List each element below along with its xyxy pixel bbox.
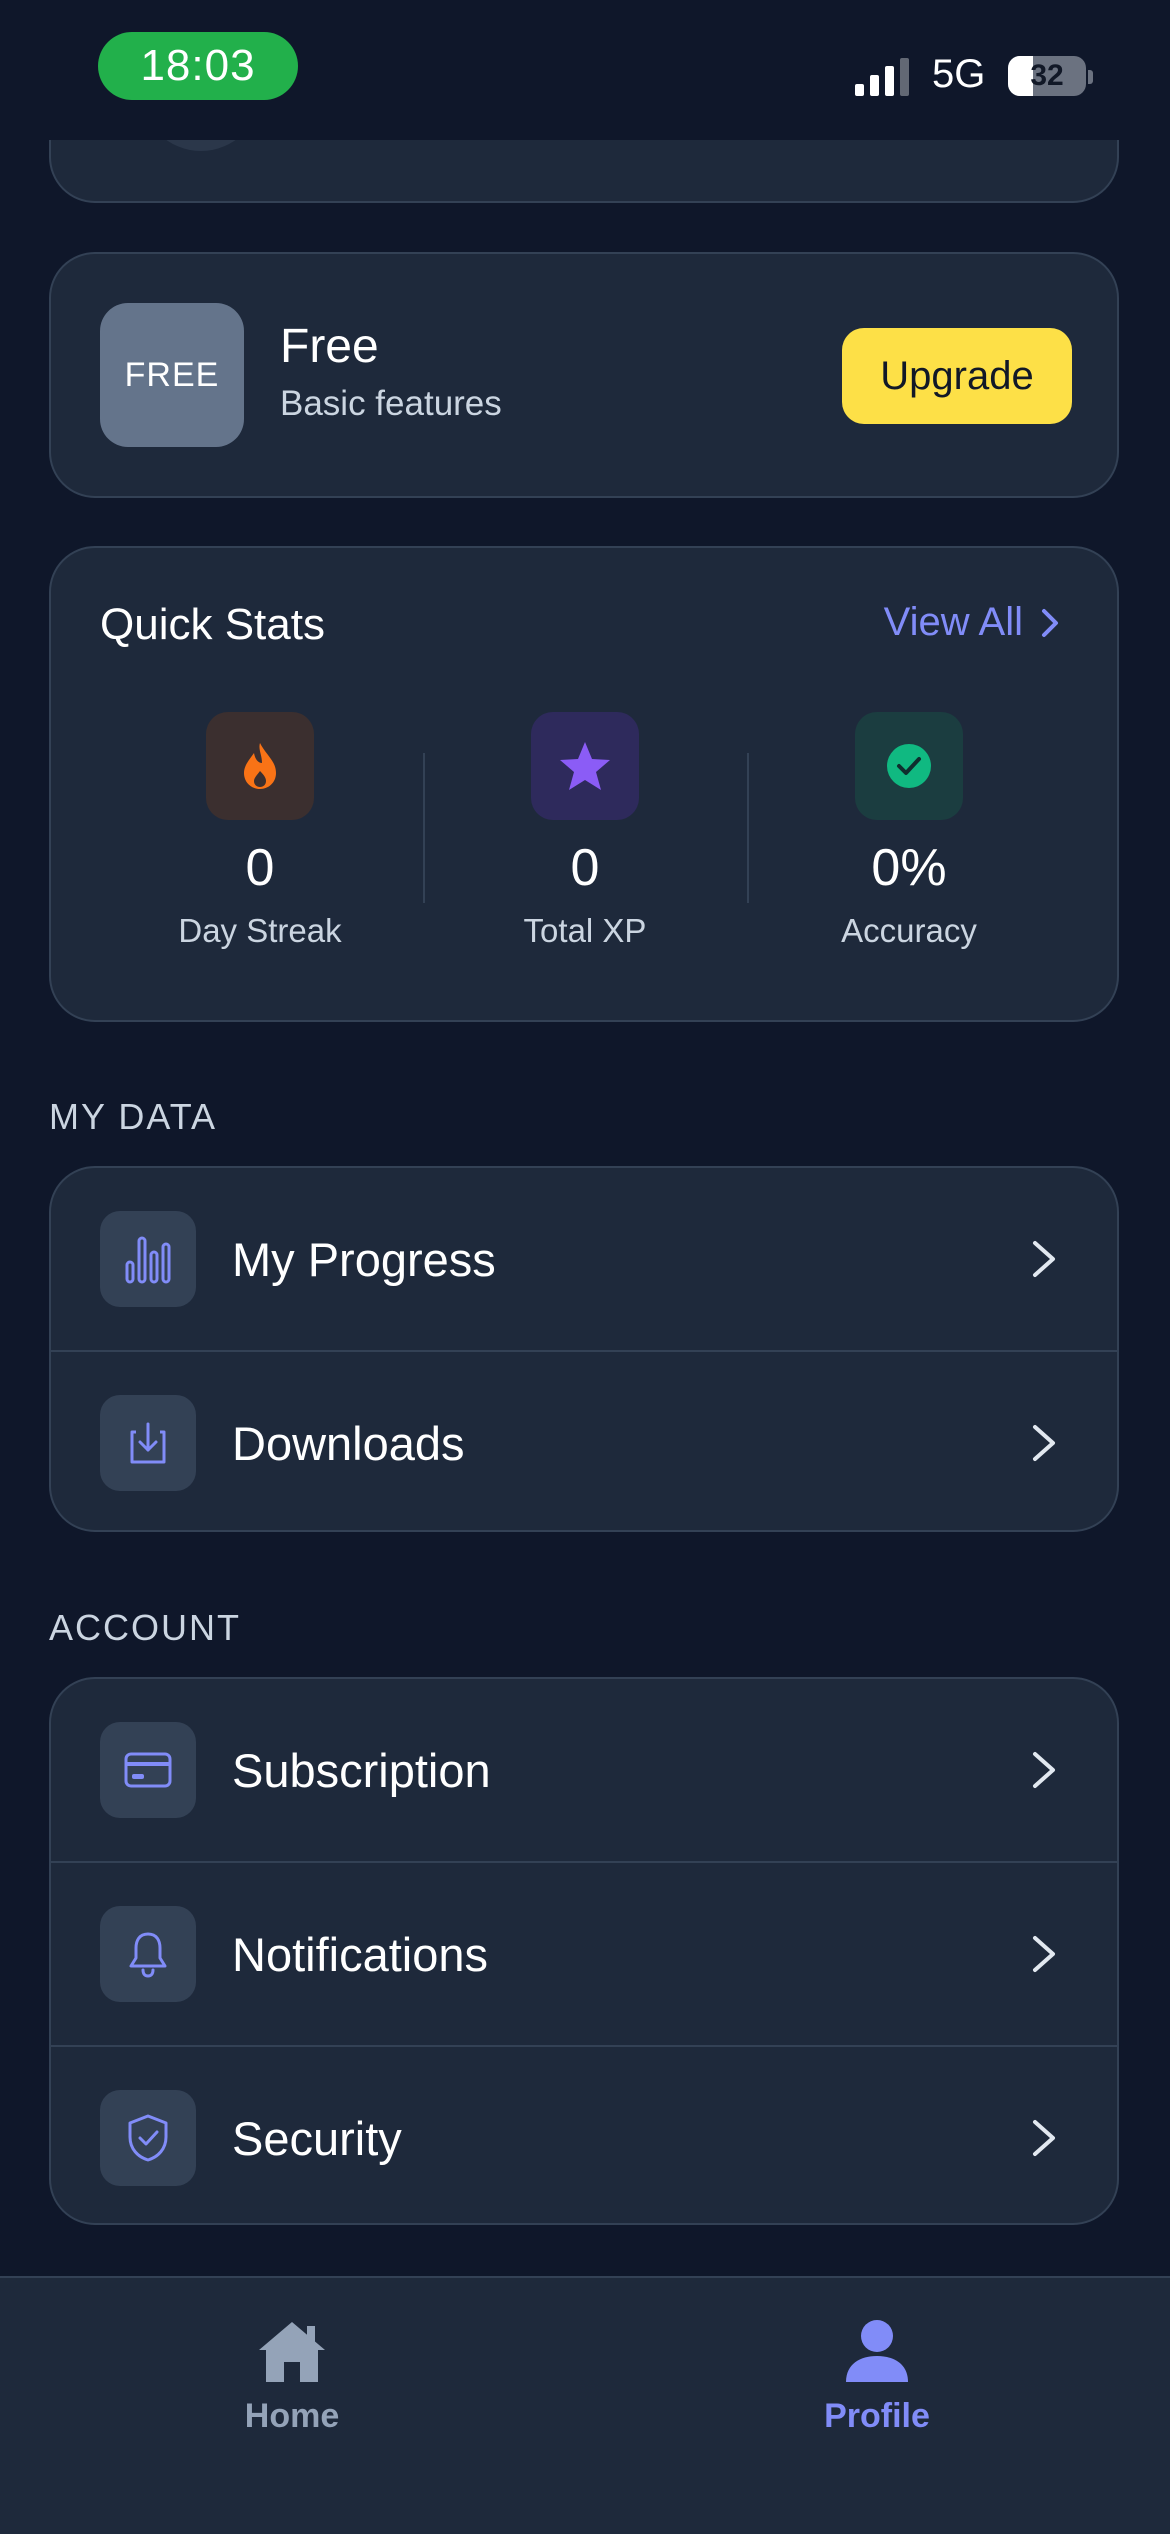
download-icon	[100, 1395, 196, 1491]
account-menu: Subscription Notifications Security	[49, 1677, 1119, 2225]
chevron-right-icon	[1033, 1425, 1055, 1461]
credit-card-icon	[100, 1722, 196, 1818]
chevron-right-icon	[1033, 1752, 1055, 1788]
menu-item-subscription[interactable]: Subscription	[51, 1679, 1117, 1863]
section-label-account: ACCOUNT	[49, 1607, 241, 1648]
battery-level: 32	[1030, 59, 1064, 92]
stat-total-xp: 0 Total XP	[435, 712, 735, 950]
tab-bar: Home Profile	[0, 2276, 1170, 2534]
stat-label: Accuracy	[841, 912, 977, 949]
signal-icon	[855, 58, 909, 96]
bar-chart-icon	[100, 1211, 196, 1307]
menu-item-label: Downloads	[232, 1416, 465, 1470]
menu-item-downloads[interactable]: Downloads	[51, 1352, 1117, 1530]
quick-stats-title: Quick Stats	[100, 600, 325, 649]
flame-icon	[206, 712, 314, 820]
star-icon	[531, 712, 639, 820]
stat-value: 0	[570, 839, 600, 897]
chevron-right-icon	[1033, 1241, 1055, 1277]
plan-title: Free	[280, 320, 379, 373]
battery-indicator: 32	[1008, 56, 1086, 96]
stat-label: Day Streak	[178, 912, 342, 949]
menu-item-notifications[interactable]: Notifications	[51, 1863, 1117, 2047]
stat-day-streak: 0 Day Streak	[110, 712, 410, 950]
menu-item-my-progress[interactable]: My Progress	[51, 1168, 1117, 1352]
menu-item-label: Notifications	[232, 1927, 488, 1981]
bell-icon	[100, 1906, 196, 2002]
chevron-right-icon	[1033, 1936, 1055, 1972]
tab-profile-label: Profile	[824, 2397, 930, 2435]
stat-label: Total XP	[523, 912, 647, 949]
quick-stats-card: Quick Stats View All 0 Day Streak 0 Tota…	[49, 546, 1119, 1022]
menu-item-label: My Progress	[232, 1232, 496, 1286]
shield-check-icon	[100, 2090, 196, 2186]
status-time: 18:03	[98, 32, 298, 100]
plan-card: FREE Free Basic features Upgrade	[49, 252, 1119, 498]
stat-divider	[423, 753, 425, 903]
home-icon	[259, 2322, 325, 2382]
stat-divider	[747, 753, 749, 903]
upgrade-button[interactable]: Upgrade	[842, 328, 1072, 424]
status-bar: 18:03 5G 32	[0, 0, 1170, 140]
view-all-link[interactable]: View All	[884, 600, 1059, 645]
stat-value: 0%	[871, 839, 947, 897]
chevron-right-icon	[1033, 2120, 1055, 2156]
network-label: 5G	[932, 52, 986, 96]
plan-badge: FREE	[100, 303, 244, 447]
tab-home-label: Home	[244, 2397, 340, 2435]
menu-item-label: Security	[232, 2111, 402, 2165]
menu-item-label: Subscription	[232, 1743, 491, 1797]
menu-item-security[interactable]: Security	[51, 2047, 1117, 2223]
stat-value: 0	[245, 839, 275, 897]
my-data-menu: My Progress Downloads	[49, 1166, 1119, 1532]
person-icon	[846, 2320, 908, 2382]
tab-profile[interactable]: Profile	[757, 2318, 997, 2436]
plan-subtitle: Basic features	[280, 384, 502, 423]
stat-accuracy: 0% Accuracy	[759, 712, 1059, 950]
section-label-my-data: MY DATA	[49, 1096, 218, 1137]
tab-home[interactable]: Home	[172, 2318, 412, 2436]
chevron-right-icon	[1042, 608, 1058, 637]
battery-tip	[1088, 70, 1093, 84]
check-circle-icon	[855, 712, 963, 820]
view-all-label: View All	[883, 600, 1023, 644]
